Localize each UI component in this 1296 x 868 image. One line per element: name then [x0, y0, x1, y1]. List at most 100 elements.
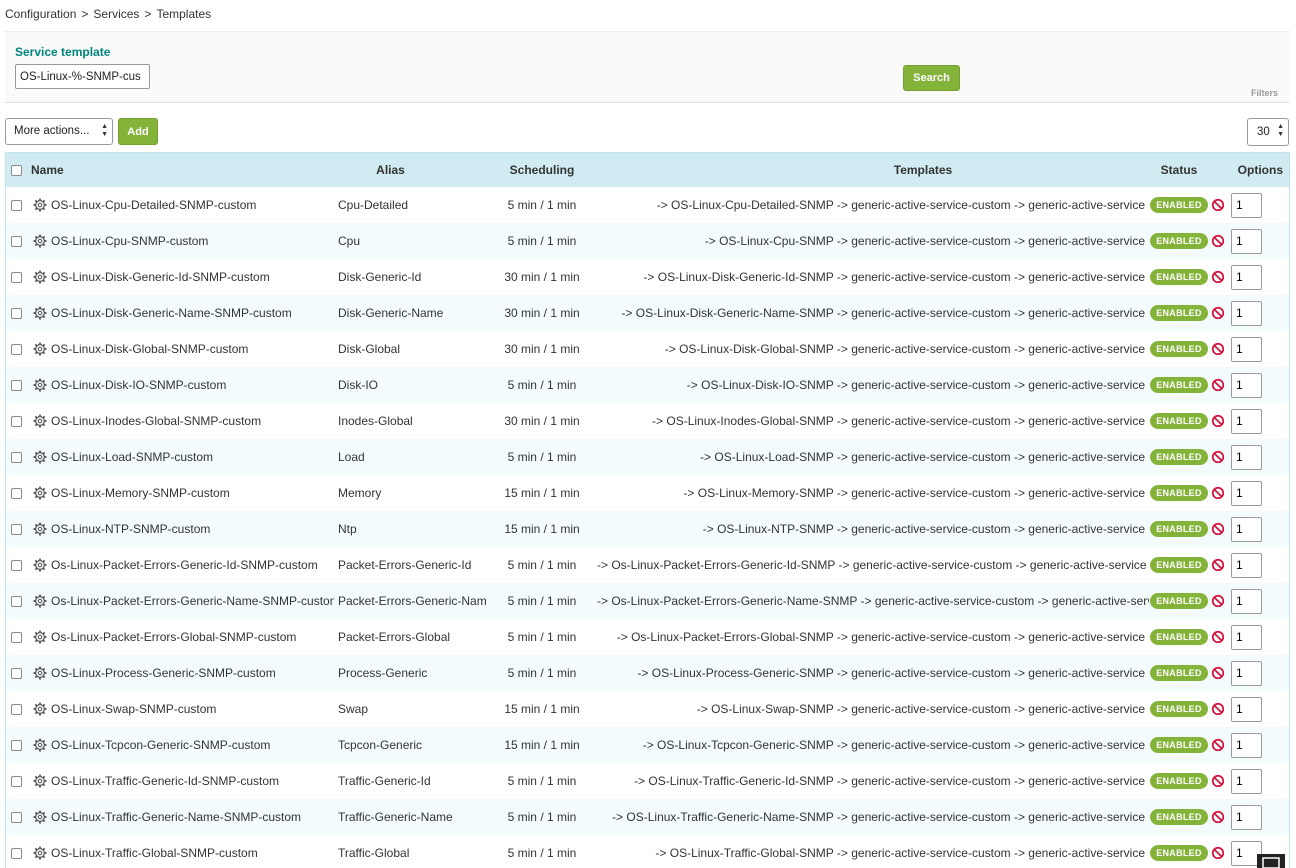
service-template-search-input[interactable]	[15, 64, 150, 89]
row-checkbox[interactable]	[11, 848, 22, 860]
row-checkbox[interactable]	[11, 236, 22, 248]
template-name-link[interactable]: Os-Linux-Packet-Errors-Generic-Id-SNMP-c…	[51, 558, 318, 572]
page-size-select[interactable]: 30 ▲ ▼	[1247, 118, 1289, 146]
disable-icon[interactable]	[1211, 414, 1225, 428]
row-checkbox[interactable]	[11, 524, 22, 536]
template-name-link[interactable]: OS-Linux-Tcpcon-Generic-SNMP-custom	[51, 738, 270, 752]
template-name-link[interactable]: OS-Linux-Disk-Generic-Id-SNMP-custom	[51, 270, 270, 284]
template-name-link[interactable]: OS-Linux-Traffic-Generic-Id-SNMP-custom	[51, 774, 279, 788]
select-arrows-icon: ▲ ▼	[1277, 123, 1284, 138]
template-name-link[interactable]: Os-Linux-Packet-Errors-Generic-Name-SNMP…	[51, 594, 334, 608]
breadcrumb-services[interactable]: Services	[93, 7, 139, 21]
row-checkbox[interactable]	[11, 560, 22, 572]
row-checkbox[interactable]	[11, 776, 22, 788]
breadcrumb-configuration[interactable]: Configuration	[5, 7, 76, 21]
template-name-link[interactable]: OS-Linux-NTP-SNMP-custom	[51, 522, 210, 536]
disable-icon[interactable]	[1211, 810, 1225, 824]
filters-toggle[interactable]: Filters	[1251, 88, 1278, 98]
template-name-link[interactable]: OS-Linux-Swap-SNMP-custom	[51, 702, 216, 716]
status-badge: ENABLED	[1150, 593, 1208, 609]
disable-icon[interactable]	[1211, 198, 1225, 212]
template-name-link[interactable]: Os-Linux-Packet-Errors-Global-SNMP-custo…	[51, 630, 296, 644]
duplicate-count-input[interactable]	[1231, 408, 1262, 434]
gear-icon	[33, 702, 47, 716]
row-checkbox[interactable]	[11, 812, 22, 824]
duplicate-count-input[interactable]	[1231, 768, 1262, 794]
disable-icon[interactable]	[1211, 594, 1225, 608]
disable-icon[interactable]	[1211, 702, 1225, 716]
select-all-checkbox[interactable]	[11, 165, 22, 177]
duplicate-count-input[interactable]	[1231, 480, 1262, 506]
row-checkbox[interactable]	[11, 344, 22, 356]
expand-icon[interactable]	[1253, 852, 1289, 868]
disable-icon[interactable]	[1211, 486, 1225, 500]
template-name-link[interactable]: OS-Linux-Load-SNMP-custom	[51, 450, 213, 464]
row-checkbox[interactable]	[11, 272, 22, 284]
duplicate-count-input[interactable]	[1231, 444, 1262, 470]
duplicate-count-input[interactable]	[1231, 588, 1262, 614]
template-name-link[interactable]: OS-Linux-Process-Generic-SNMP-custom	[51, 666, 276, 680]
duplicate-count-input[interactable]	[1231, 300, 1262, 326]
disable-icon[interactable]	[1211, 630, 1225, 644]
duplicate-count-input[interactable]	[1231, 516, 1262, 542]
row-checkbox[interactable]	[11, 416, 22, 428]
row-checkbox[interactable]	[11, 632, 22, 644]
duplicate-count-input[interactable]	[1231, 264, 1262, 290]
column-header-scheduling[interactable]: Scheduling	[487, 153, 597, 187]
disable-icon[interactable]	[1211, 558, 1225, 572]
row-checkbox[interactable]	[11, 380, 22, 392]
table-row: OS-Linux-Disk-Global-SNMP-custom Disk-Glo…	[6, 331, 1289, 367]
template-name-link[interactable]: OS-Linux-Disk-Generic-Name-SNMP-custom	[51, 306, 292, 320]
template-scheduling: 30 min / 1 min	[504, 342, 580, 356]
row-checkbox[interactable]	[11, 668, 22, 680]
template-name-link[interactable]: OS-Linux-Inodes-Global-SNMP-custom	[51, 414, 261, 428]
gear-icon	[33, 522, 47, 536]
disable-icon[interactable]	[1211, 522, 1225, 536]
template-name-link[interactable]: OS-Linux-Traffic-Global-SNMP-custom	[51, 846, 258, 860]
disable-icon[interactable]	[1211, 378, 1225, 392]
row-checkbox[interactable]	[11, 704, 22, 716]
duplicate-count-input[interactable]	[1231, 228, 1262, 254]
disable-icon[interactable]	[1211, 774, 1225, 788]
duplicate-count-input[interactable]	[1231, 552, 1262, 578]
disable-icon[interactable]	[1211, 666, 1225, 680]
search-button[interactable]: Search	[903, 65, 960, 91]
table-row: Os-Linux-Packet-Errors-Generic-Id-SNMP-c…	[6, 547, 1289, 583]
status-badge: ENABLED	[1150, 305, 1208, 321]
duplicate-count-input[interactable]	[1231, 732, 1262, 758]
column-header-name[interactable]: Name	[27, 153, 334, 187]
template-name-link[interactable]: OS-Linux-Cpu-SNMP-custom	[51, 234, 208, 248]
more-actions-select[interactable]: More actions... ▲ ▼	[5, 118, 113, 145]
template-name-link[interactable]: OS-Linux-Traffic-Generic-Name-SNMP-custo…	[51, 810, 301, 824]
add-button[interactable]: Add	[118, 118, 158, 145]
duplicate-count-input[interactable]	[1231, 372, 1262, 398]
duplicate-count-input[interactable]	[1231, 804, 1262, 830]
row-checkbox[interactable]	[11, 308, 22, 320]
template-name-link[interactable]: OS-Linux-Cpu-Detailed-SNMP-custom	[51, 198, 256, 212]
disable-icon[interactable]	[1211, 450, 1225, 464]
disable-icon[interactable]	[1211, 846, 1225, 860]
disable-icon[interactable]	[1211, 234, 1225, 248]
duplicate-count-input[interactable]	[1231, 696, 1262, 722]
row-checkbox[interactable]	[11, 740, 22, 752]
row-checkbox[interactable]	[11, 596, 22, 608]
duplicate-count-input[interactable]	[1231, 336, 1262, 362]
breadcrumb-templates[interactable]: Templates	[156, 7, 211, 21]
template-name-link[interactable]: OS-Linux-Disk-IO-SNMP-custom	[51, 378, 226, 392]
template-name-link[interactable]: OS-Linux-Disk-Global-SNMP-custom	[51, 342, 248, 356]
disable-icon[interactable]	[1211, 306, 1225, 320]
template-name-link[interactable]: OS-Linux-Memory-SNMP-custom	[51, 486, 230, 500]
column-header-alias[interactable]: Alias	[334, 153, 487, 187]
row-checkbox[interactable]	[11, 200, 22, 212]
column-header-templates[interactable]: Templates	[597, 153, 1149, 187]
duplicate-count-input[interactable]	[1231, 660, 1262, 686]
duplicate-count-input[interactable]	[1231, 192, 1262, 218]
row-checkbox[interactable]	[11, 452, 22, 464]
disable-icon[interactable]	[1211, 738, 1225, 752]
duplicate-count-input[interactable]	[1231, 624, 1262, 650]
disable-icon[interactable]	[1211, 270, 1225, 284]
row-checkbox[interactable]	[11, 488, 22, 500]
disable-icon[interactable]	[1211, 342, 1225, 356]
template-scheduling: 5 min / 1 min	[507, 810, 577, 824]
table-row: OS-Linux-Load-SNMP-custom Load 5 min / 1 m…	[6, 439, 1289, 475]
